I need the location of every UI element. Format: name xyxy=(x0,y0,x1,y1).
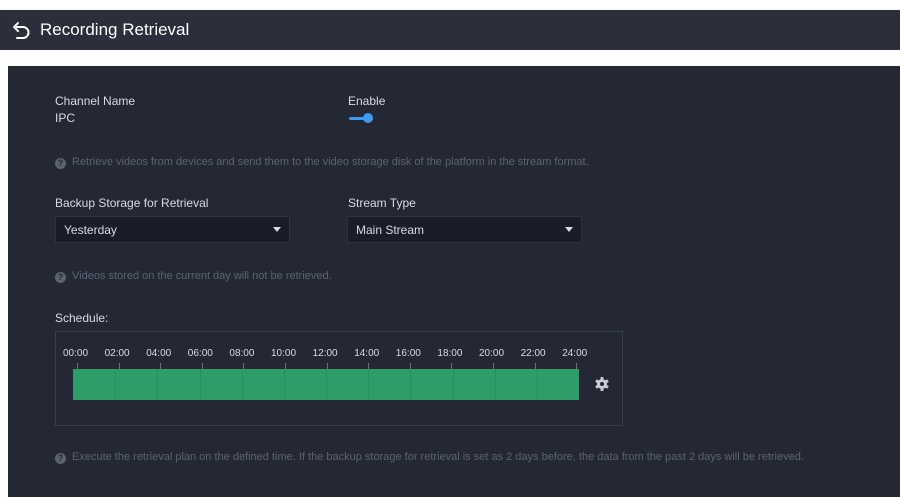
schedule-segment-divider xyxy=(368,369,369,400)
backup-storage-select[interactable]: Yesterday xyxy=(55,216,290,243)
hint-current-day: ? Videos stored on the current day will n… xyxy=(55,269,332,283)
schedule-segment-divider xyxy=(200,369,201,400)
schedule-tick-label: 02:00 xyxy=(104,348,130,359)
question-circle-icon: ? xyxy=(55,453,66,464)
schedule-tick-label: 24:00 xyxy=(562,348,588,359)
hint-retrieval-plan: ? Execute the retrieval plan on the defin… xyxy=(55,450,804,464)
backup-storage-label: Backup Storage for Retrieval xyxy=(55,196,209,210)
channel-name-value: IPC xyxy=(55,111,76,125)
schedule-segment-divider xyxy=(453,369,454,400)
schedule-tick-label: 12:00 xyxy=(312,348,338,359)
schedule-tick-label: 18:00 xyxy=(437,348,463,359)
page-header: Recording Retrieval xyxy=(0,10,900,50)
backup-storage-value: Yesterday xyxy=(64,223,117,237)
schedule-label: Schedule: xyxy=(55,311,109,325)
question-circle-icon: ? xyxy=(55,158,66,169)
schedule-tick-label: 16:00 xyxy=(395,348,421,359)
schedule-tick-label: 14:00 xyxy=(354,348,380,359)
schedule-segment-divider xyxy=(157,369,158,400)
schedule-segment-divider xyxy=(537,369,538,400)
caret-down-icon xyxy=(565,227,573,232)
schedule-segment-divider xyxy=(326,369,327,400)
channel-name-label: Channel Name xyxy=(55,94,136,108)
schedule-segment-divider xyxy=(115,369,116,400)
enable-label: Enable xyxy=(348,94,386,108)
back-arrow-icon[interactable] xyxy=(12,20,32,40)
schedule-segment-divider xyxy=(495,369,496,400)
schedule-tick-label: 10:00 xyxy=(271,348,297,359)
hint-text: Videos stored on the current day will no… xyxy=(72,270,332,282)
schedule-tick-label: 06:00 xyxy=(187,348,213,359)
schedule-tick-label: 00:00 xyxy=(63,348,89,359)
enable-toggle[interactable] xyxy=(349,112,375,126)
schedule-tick-label: 22:00 xyxy=(520,348,546,359)
toggle-knob xyxy=(363,113,373,123)
schedule-tick-label: 08:00 xyxy=(229,348,255,359)
hint-text: Retrieve videos from devices and send th… xyxy=(72,156,589,168)
schedule-segment-divider xyxy=(410,369,411,400)
stream-type-label: Stream Type xyxy=(348,196,416,210)
page-title: Recording Retrieval xyxy=(40,20,190,39)
caret-down-icon xyxy=(273,227,281,232)
schedule-bar[interactable] xyxy=(73,369,579,400)
hint-stream-format: ? Retrieve videos from devices and send t… xyxy=(55,155,589,169)
stream-type-select[interactable]: Main Stream xyxy=(347,216,582,243)
schedule-segment-divider xyxy=(242,369,243,400)
schedule-segment-divider xyxy=(284,369,285,400)
hint-text: Execute the retrieval plan on the define… xyxy=(72,451,804,463)
gear-icon[interactable] xyxy=(595,377,609,391)
schedule-tick-label: 20:00 xyxy=(479,348,505,359)
question-circle-icon: ? xyxy=(55,272,66,283)
stream-type-value: Main Stream xyxy=(356,223,425,237)
schedule-tick-label: 04:00 xyxy=(146,348,172,359)
